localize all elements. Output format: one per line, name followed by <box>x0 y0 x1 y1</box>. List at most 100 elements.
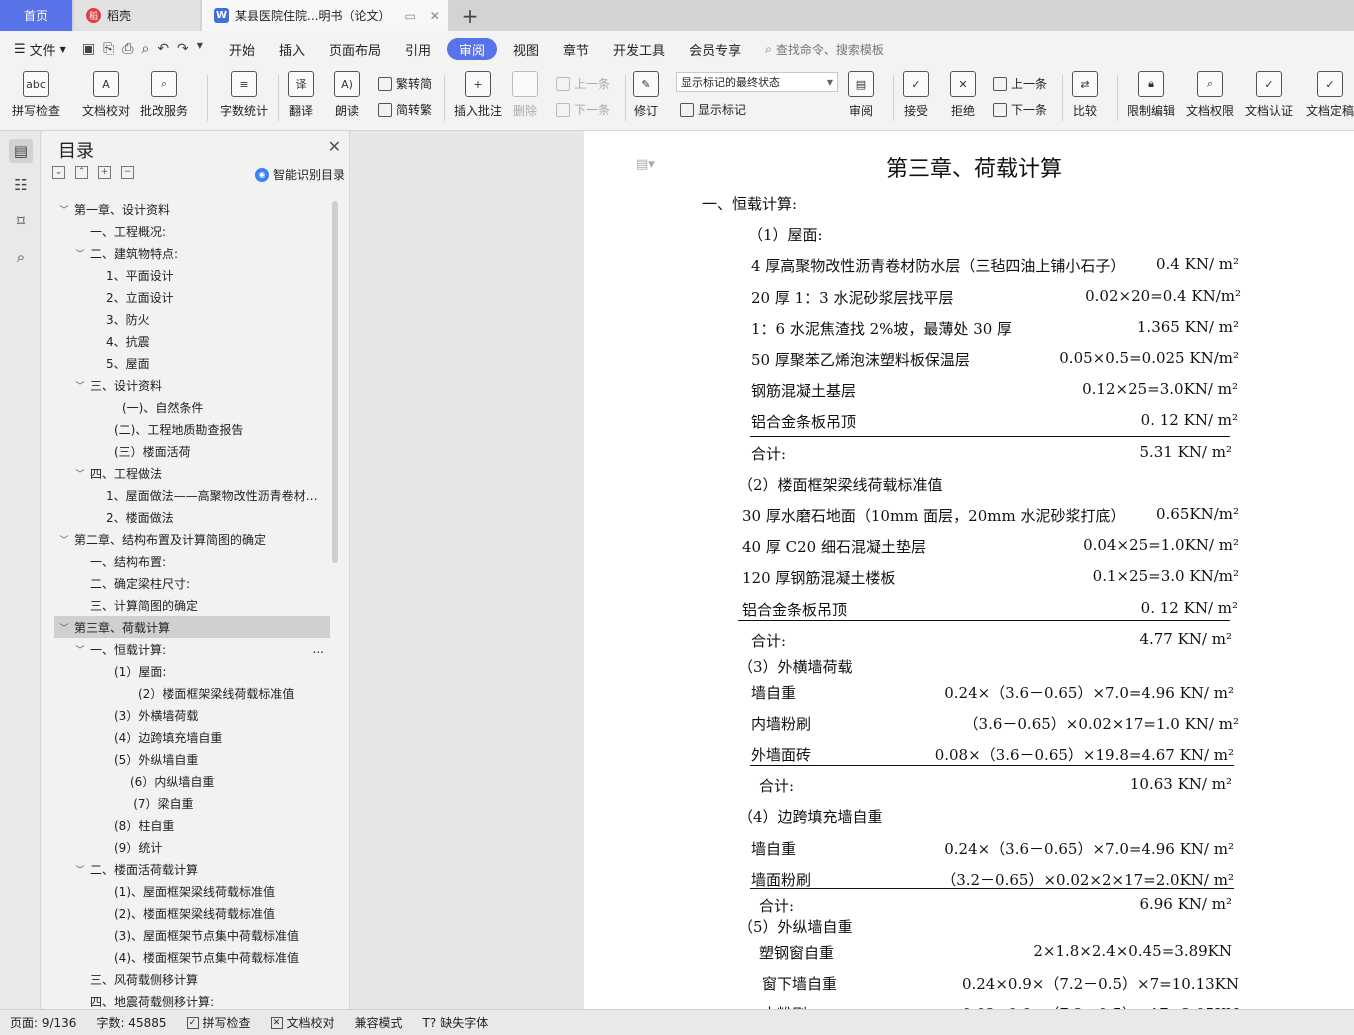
simp-to-trad-button[interactable]: 简转繁 <box>378 101 432 118</box>
bookmark-icon[interactable]: ⌑ <box>9 209 33 233</box>
tab-view[interactable]: 视图 <box>501 38 551 60</box>
toc-item[interactable]: (一)、自然条件 <box>54 396 330 418</box>
restrict-editing-button[interactable]: 🔒︎ 限制编辑 <box>1127 71 1175 119</box>
search-icon[interactable]: ⌕ <box>9 245 33 269</box>
prev-comment-button[interactable]: 上一条 <box>556 75 610 92</box>
toc-item[interactable]: (9）统计 <box>54 836 330 858</box>
toc-panel-icon[interactable]: ▤ <box>9 139 33 163</box>
chevron-down-icon[interactable]: ﹀ <box>74 379 86 392</box>
chevron-down-icon[interactable]: ▼ <box>197 41 203 57</box>
tab-daoke[interactable]: 稻稻壳 <box>74 0 200 31</box>
tab-review[interactable]: 审阅 <box>447 38 498 60</box>
close-icon[interactable]: ✕ <box>328 137 341 156</box>
chevron-down-icon[interactable]: ﹀ <box>74 247 86 260</box>
expand-all-icon[interactable]: ⌄ <box>52 166 65 179</box>
tab-close-icon[interactable]: ✕ <box>430 9 440 23</box>
undo-icon[interactable]: ↶ <box>157 41 169 57</box>
toc-item[interactable]: 3、防火 <box>54 308 330 330</box>
tab-insert[interactable]: 插入 <box>267 38 317 60</box>
word-count-indicator[interactable]: 字数: 45885 <box>86 1014 176 1031</box>
toc-item[interactable]: 二、确定梁柱尺寸: <box>54 572 330 594</box>
review-pane-button[interactable]: ▤ 审阅 <box>848 71 874 119</box>
chevron-down-icon[interactable]: ﹀ <box>74 643 86 656</box>
toc-item[interactable]: ﹀ 二、建筑物特点: <box>54 242 330 264</box>
toc-item[interactable]: 2、立面设计 <box>54 286 330 308</box>
track-changes-button[interactable]: ✎ 修订 <box>633 71 659 119</box>
toc-item[interactable]: ﹀ 四、工程做法 <box>54 462 330 484</box>
file-menu[interactable]: ☰ 文件 ▼ <box>0 40 76 59</box>
minus-icon[interactable]: − <box>121 166 134 179</box>
command-search[interactable]: ⌕ 查找命令、搜索模板 <box>765 41 884 58</box>
chevron-down-icon[interactable]: ﹀ <box>58 203 70 216</box>
smart-toc-button[interactable]: ◉ 智能识别目录 <box>254 166 345 183</box>
tab-start[interactable]: 开始 <box>217 38 267 60</box>
tab-developer[interactable]: 开发工具 <box>601 38 677 60</box>
page-indicator[interactable]: 页面: 9/136 <box>0 1014 86 1031</box>
spell-check-button[interactable]: abc 拼写检查 <box>12 71 60 119</box>
toc-item[interactable]: (4)、楼面框架节点集中荷载标准值 <box>54 946 330 968</box>
preview-icon[interactable]: ⌕ <box>141 41 149 57</box>
toc-scrollbar[interactable] <box>332 201 338 563</box>
missing-fonts[interactable]: T? 缺失字体 <box>413 1014 499 1031</box>
toc-item[interactable]: ﹀ 三、设计资料 <box>54 374 330 396</box>
status-proofread[interactable]: ✕ 文档校对 <box>261 1014 345 1031</box>
toc-item[interactable]: ﹀ 第一章、设计资料 <box>54 198 330 220</box>
collapse-all-icon[interactable]: ⌃ <box>75 166 88 179</box>
reject-button[interactable]: ✕ 拒绝 <box>950 71 976 119</box>
toc-item[interactable]: (三）楼面活荷 <box>54 440 330 462</box>
word-count-button[interactable]: ≡ 字数统计 <box>220 71 268 119</box>
insert-comment-button[interactable]: + 插入批注 <box>454 71 502 119</box>
translate-button[interactable]: 译翻译 <box>288 71 314 119</box>
toc-item[interactable]: 5、屋面 <box>54 352 330 374</box>
read-aloud-button[interactable]: A) 朗读 <box>334 71 360 119</box>
toc-item[interactable]: 三、风荷载侧移计算 <box>54 968 330 990</box>
toc-item[interactable]: ﹀ 第二章、结构布置及计算简图的确定 <box>54 528 330 550</box>
trad-to-simp-button[interactable]: 繁转简 <box>378 75 432 92</box>
toc-item[interactable]: (6）内纵墙自重 <box>54 770 330 792</box>
toc-item[interactable]: (1)、屋面框架梁线荷载标准值 <box>54 880 330 902</box>
chevron-down-icon[interactable]: ﹀ <box>58 533 70 546</box>
toc-item[interactable]: (8）柱自重 <box>54 814 330 836</box>
tab-document[interactable]: W 某县医院住院...明书（论文） ▭ ✕ <box>202 0 448 31</box>
toc-item[interactable]: (1）屋面: <box>54 660 330 682</box>
document-cert-button[interactable]: ✓ 文档认证 <box>1245 71 1293 119</box>
toc-item[interactable]: (7）梁自重 <box>54 792 330 814</box>
toc-item[interactable]: 2、楼面做法 <box>54 506 330 528</box>
chevron-down-icon[interactable]: ﹀ <box>58 621 70 634</box>
toc-item[interactable]: (3)、屋面框架节点集中荷载标准值 <box>54 924 330 946</box>
show-markup-button[interactable]: 显示标记 <box>680 101 746 118</box>
tab-home[interactable]: 首页 <box>0 0 72 31</box>
tab-member[interactable]: 会员专享 <box>677 38 753 60</box>
plus-icon[interactable]: + <box>98 166 111 179</box>
chevron-down-icon[interactable]: ﹀ <box>74 863 86 876</box>
document-page[interactable]: ▤▾ 第三章、荷载计算 一、恒载计算: （1）屋面: 4 厚高聚物改性沥青卷材防水层… <box>584 131 1354 1009</box>
new-tab-button[interactable]: + <box>452 0 488 31</box>
save-icon[interactable]: ▣ <box>82 41 95 57</box>
print-icon[interactable]: ⎙ <box>122 41 133 57</box>
tab-reference[interactable]: 引用 <box>393 38 443 60</box>
toc-item[interactable]: ﹀ 一、恒载计算:... <box>54 638 330 660</box>
compare-button[interactable]: ⇄ 比较 <box>1072 71 1098 119</box>
delete-comment-button[interactable]: 删除 <box>512 71 538 119</box>
toc-item[interactable]: 三、计算简图的确定 <box>54 594 330 616</box>
markup-state-select[interactable]: 显示标记的最终状态 ▼ <box>676 72 838 92</box>
toc-item[interactable]: 一、工程概况: <box>54 220 330 242</box>
redo-icon[interactable]: ↷ <box>177 41 189 57</box>
toc-item[interactable]: ﹀ 二、楼面活荷载计算 <box>54 858 330 880</box>
more-options-icon[interactable]: ... <box>313 642 324 656</box>
toc-item[interactable]: (2)、楼面框架梁线荷载标准值 <box>54 902 330 924</box>
page-options-icon[interactable]: ▤▾ <box>636 157 655 172</box>
tab-chapter[interactable]: 章节 <box>551 38 601 60</box>
toc-item[interactable]: ﹀ 第三章、荷载计算 <box>54 616 330 638</box>
toc-item[interactable]: 1、平面设计 <box>54 264 330 286</box>
toc-item[interactable]: (2）楼面框架梁线荷载标准值 <box>54 682 330 704</box>
navigation-icon[interactable]: ☷ <box>9 173 33 197</box>
toc-item[interactable]: 四、地震荷载侧移计算: <box>54 990 330 1009</box>
next-comment-button[interactable]: 下一条 <box>556 101 610 118</box>
toc-item[interactable]: (4）边跨填充墙自重 <box>54 726 330 748</box>
toc-item[interactable]: 4、抗震 <box>54 330 330 352</box>
toc-item[interactable]: (5）外纵墙自重 <box>54 748 330 770</box>
toc-item[interactable]: (二)、工程地质勘查报告 <box>54 418 330 440</box>
toc-item[interactable]: 一、结构布置: <box>54 550 330 572</box>
export-icon[interactable]: ⎘ <box>103 41 114 57</box>
